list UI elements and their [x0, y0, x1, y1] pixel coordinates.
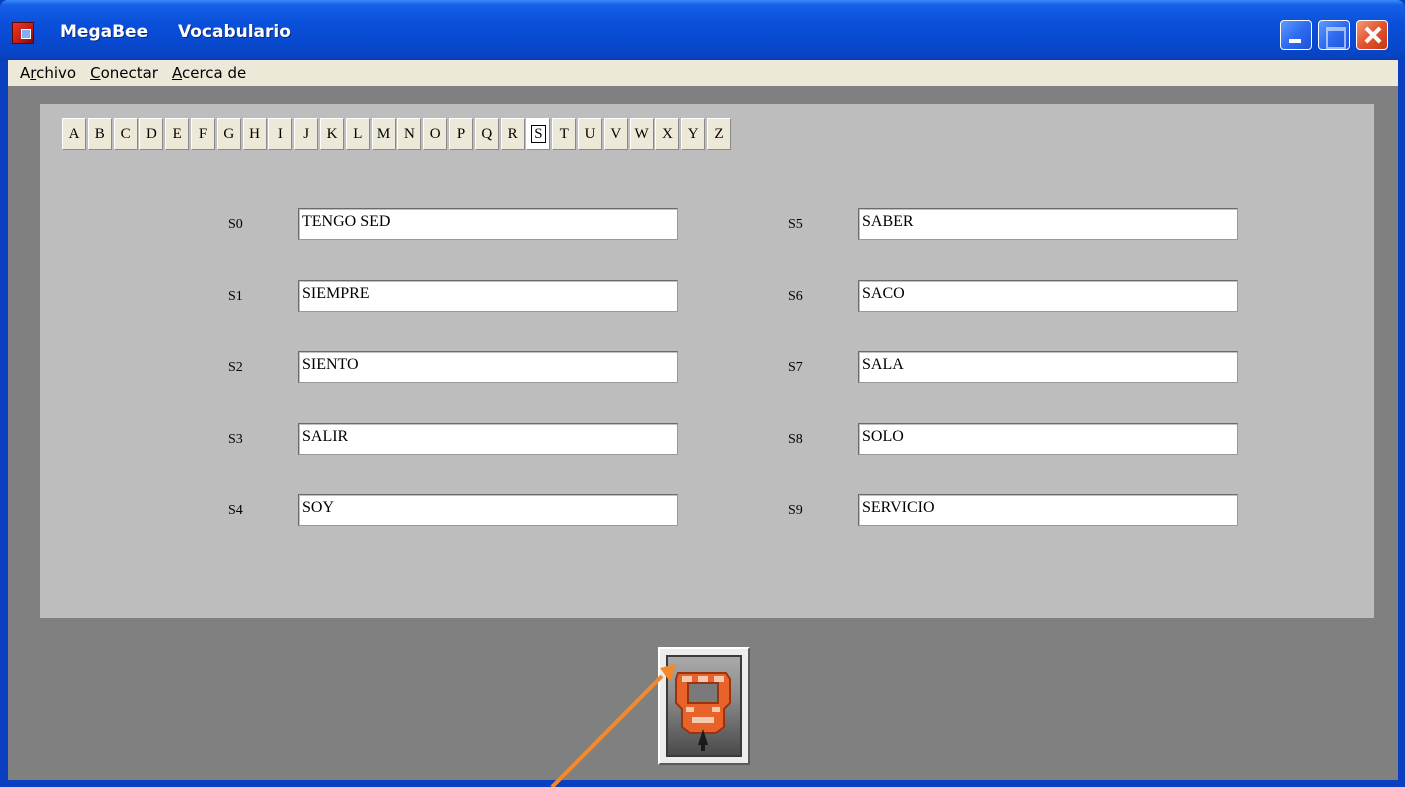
minimize-icon[interactable] [1280, 20, 1312, 50]
menu-conectar[interactable]: Conectar [90, 64, 158, 82]
vocab-input-s0[interactable]: TENGO SED [298, 208, 678, 240]
vocab-label: S2 [228, 360, 243, 375]
megabee-device-icon [666, 655, 742, 757]
window-title-app: MegaBee [60, 22, 149, 42]
vocab-label: S4 [228, 503, 243, 518]
vocab-label: S7 [788, 360, 803, 375]
letter-tab-q[interactable]: Q [474, 118, 499, 150]
letter-tab-o[interactable]: O [423, 118, 448, 150]
letter-tab-k[interactable]: K [320, 118, 344, 150]
letter-tab-f[interactable]: F [191, 118, 215, 150]
menu-acerca-de[interactable]: Acerca de [172, 64, 246, 82]
title-bar[interactable]: MegaBee Vocabulario [0, 0, 1405, 60]
letter-tab-j[interactable]: J [294, 118, 319, 150]
vocab-label: S1 [228, 288, 243, 304]
vocab-label: S5 [788, 217, 803, 232]
menu-archivo[interactable]: Archivo [20, 64, 76, 82]
window-title-doc: Vocabulario [178, 22, 291, 42]
connect-device-button[interactable] [658, 647, 750, 765]
letter-tab-g[interactable]: G [216, 118, 241, 150]
menu-bar: Archivo Conectar Acerca de [8, 60, 1398, 86]
vocabulary-panel: ABCDEFGHIJKLMNOPQRSTUVWXYZ S0 TENGO SED S1… [40, 104, 1374, 618]
letter-tab-p[interactable]: P [449, 118, 473, 150]
vocab-input-s9[interactable]: SERVICIO [858, 494, 1238, 526]
letter-tab-x[interactable]: X [655, 118, 680, 150]
vocab-label: S9 [788, 503, 803, 518]
letter-tab-s[interactable]: S [526, 118, 551, 150]
letter-tab-l[interactable]: L [345, 118, 370, 150]
letter-tab-y[interactable]: Y [681, 118, 706, 150]
vocab-label: S8 [788, 431, 803, 447]
app-window: MegaBee Vocabulario Archivo Conectar Ace… [0, 0, 1405, 787]
letter-tab-d[interactable]: D [139, 118, 164, 150]
vocab-label: S6 [788, 288, 803, 304]
maximize-icon[interactable] [1318, 20, 1350, 50]
letter-tab-z[interactable]: Z [707, 118, 731, 150]
vocab-input-s1[interactable]: SIEMPRE [298, 279, 678, 312]
vocab-input-s8[interactable]: SOLO [858, 422, 1238, 455]
letter-tab-n[interactable]: N [397, 118, 422, 150]
close-icon[interactable] [1356, 20, 1388, 50]
vocab-input-s3[interactable]: SALIR [298, 422, 678, 455]
letter-tab-t[interactable]: T [552, 118, 577, 150]
letter-tab-v[interactable]: V [603, 118, 628, 150]
letter-tab-b[interactable]: B [87, 118, 112, 150]
vocab-input-s5[interactable]: SABER [858, 208, 1238, 240]
letter-tab-r[interactable]: R [500, 118, 525, 150]
letter-tab-w[interactable]: W [629, 118, 654, 150]
vocab-label: S3 [228, 431, 243, 447]
client-area: ABCDEFGHIJKLMNOPQRSTUVWXYZ S0 TENGO SED S1… [8, 86, 1398, 780]
vocab-input-s4[interactable]: SOY [298, 494, 678, 526]
letter-tab-u[interactable]: U [578, 118, 602, 150]
letter-tab-a[interactable]: A [62, 118, 86, 150]
letter-tab-c[interactable]: C [113, 118, 138, 150]
vocab-input-s7[interactable]: SALA [858, 351, 1238, 383]
letter-tab-i[interactable]: I [268, 118, 293, 150]
megabee-app-icon[interactable] [12, 22, 34, 44]
vocab-label: S0 [228, 217, 243, 232]
vocab-input-s6[interactable]: SACO [858, 279, 1238, 312]
letter-tab-m[interactable]: M [371, 118, 396, 150]
letter-tab-h[interactable]: H [242, 118, 267, 150]
vocab-input-s2[interactable]: SIENTO [298, 351, 678, 383]
letter-tab-e[interactable]: E [165, 118, 190, 150]
